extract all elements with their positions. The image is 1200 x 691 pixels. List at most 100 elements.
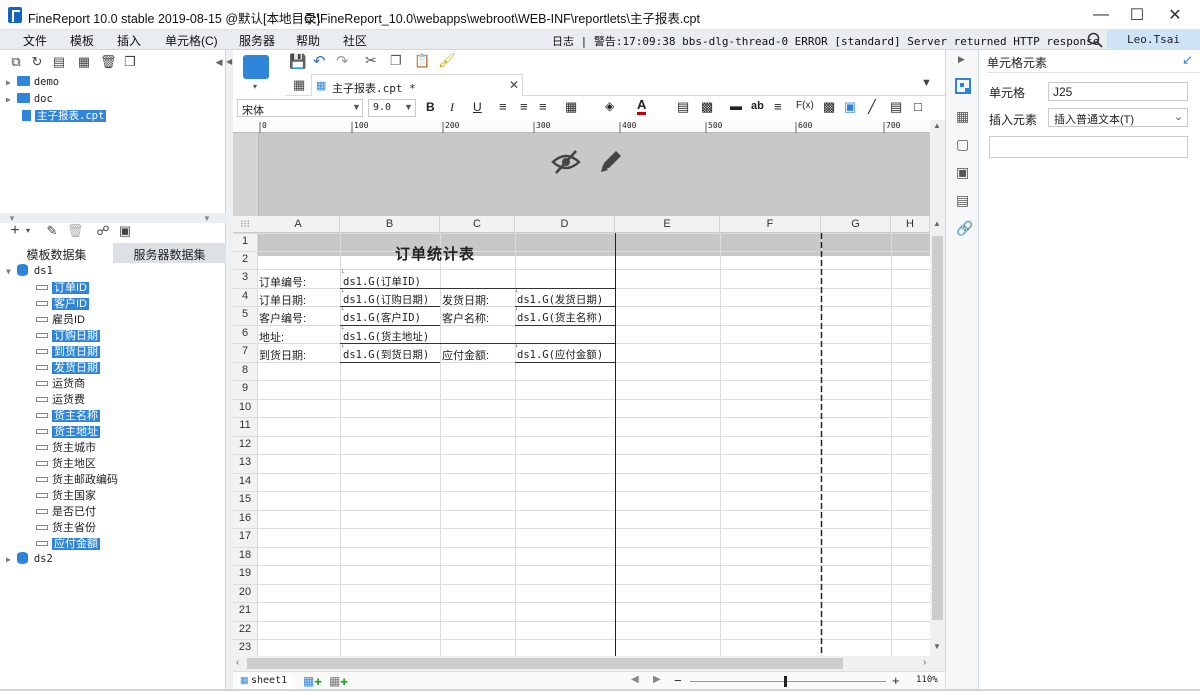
cell-d7[interactable]: ds1.G(应付金额) — [517, 347, 603, 362]
zoom-in-icon[interactable]: + — [892, 673, 900, 688]
bold-icon[interactable]: B — [426, 100, 435, 114]
paste-icon[interactable]: 📋 — [414, 53, 430, 69]
column-header[interactable]: A — [257, 216, 340, 233]
row-header[interactable]: 3 — [233, 271, 257, 287]
cell-a7[interactable]: 到货日期: — [259, 347, 306, 363]
field-item[interactable]: 运货商 — [36, 375, 85, 391]
scroll-right-icon[interactable]: ▶ — [653, 674, 661, 685]
font-color-icon[interactable]: A — [637, 98, 647, 115]
save-icon[interactable]: 💾 — [289, 53, 306, 70]
widget-icon[interactable]: ▣ — [956, 164, 969, 181]
select-all-icon[interactable]: ⁝⁝⁝ — [233, 216, 257, 233]
close-icon[interactable]: ✕ — [1152, 0, 1198, 30]
add-dataset-icon[interactable]: + — [8, 223, 22, 239]
delete-icon[interactable]: 🗑 — [100, 55, 117, 69]
field-item[interactable]: 到货日期 — [36, 343, 100, 359]
cell-d5[interactable]: ds1.G(货主名称) — [517, 310, 603, 325]
tab-close-icon[interactable]: ✕ — [509, 78, 519, 92]
row-header[interactable]: 21 — [233, 604, 257, 620]
dataset-ds2[interactable]: ▶ ds2 — [6, 552, 53, 565]
formula-icon[interactable]: F(x) — [796, 100, 814, 111]
zoom-slider[interactable] — [690, 681, 886, 682]
row-header[interactable]: 4 — [233, 290, 257, 306]
pin-icon[interactable]: ↙ — [1182, 52, 1193, 68]
format-painter-icon[interactable]: 🖌 — [438, 52, 456, 69]
field-item[interactable]: 订单ID — [36, 279, 89, 295]
expand-right-icon[interactable]: ▶ — [958, 54, 965, 65]
slash-icon[interactable]: ╱ — [868, 99, 876, 115]
user-name[interactable]: Leo.Tsai — [1107, 30, 1200, 50]
field-item[interactable]: 应付金额 — [36, 535, 100, 551]
search-icon[interactable] — [1087, 32, 1103, 48]
font-family-select[interactable]: 宋体 ▼ — [237, 99, 363, 117]
template-dropdown-icon[interactable]: ▾ — [253, 82, 257, 91]
insert-element-select[interactable]: 插入普通文本(T) ⌄ — [1048, 108, 1188, 127]
cell-a6[interactable]: 地址: — [259, 329, 284, 345]
menu-cell[interactable]: 单元格(C) — [165, 32, 218, 49]
menu-insert[interactable]: 插入 — [117, 32, 141, 49]
tab-report[interactable]: ▦ 主子报表.cpt * ✕ — [311, 74, 523, 96]
cell-d4[interactable]: ds1.G(发货日期) — [517, 292, 603, 307]
underline-icon[interactable]: U — [473, 100, 482, 114]
field-item[interactable]: 货主省份 — [36, 519, 96, 535]
vertical-scroll-thumb[interactable] — [932, 236, 943, 620]
field-item[interactable]: 订购日期 — [36, 327, 100, 343]
row-header[interactable]: 18 — [233, 549, 257, 565]
refresh-icon[interactable]: ↻ — [30, 55, 44, 69]
cell-b6[interactable]: ds1.G(货主地址) — [343, 329, 429, 344]
cell-b7[interactable]: ds1.G(到货日期) — [343, 347, 429, 362]
row-header[interactable]: 5 — [233, 308, 257, 324]
row-header[interactable]: 11 — [233, 419, 257, 435]
open-icon[interactable]: ▤ — [52, 55, 66, 69]
row-header[interactable]: 20 — [233, 586, 257, 602]
cell-b5[interactable]: ds1.G(客户ID) — [343, 310, 421, 325]
collapse-left-icon[interactable]: ◀ — [212, 55, 226, 69]
field-item[interactable]: 是否已付 — [36, 503, 96, 519]
column-header[interactable]: B — [340, 216, 440, 233]
column-header[interactable]: H — [891, 216, 930, 233]
cell-content-input[interactable] — [989, 136, 1188, 158]
row-header[interactable]: 8 — [233, 364, 257, 380]
insert-row-icon[interactable]: ▬ — [730, 99, 742, 113]
row-header[interactable]: 19 — [233, 567, 257, 583]
field-item[interactable]: 货主国家 — [36, 487, 96, 503]
italic-icon[interactable]: I — [450, 100, 454, 115]
column-header[interactable]: E — [615, 216, 720, 233]
field-item[interactable]: 货主邮政编码 — [36, 471, 118, 487]
dataset-settings-icon[interactable]: ▣ — [118, 224, 132, 238]
delete-dataset-icon[interactable]: 🗑 — [67, 224, 84, 238]
add-dropdown-icon[interactable]: ▾ — [21, 224, 35, 238]
tree-folder-demo[interactable]: ▶ demo — [6, 76, 59, 88]
menu-community[interactable]: 社区 — [343, 32, 367, 49]
scroll-left-icon[interactable]: ◀ — [631, 674, 639, 685]
cell-element-icon[interactable] — [955, 78, 971, 94]
column-header[interactable]: D — [515, 216, 615, 233]
rich-text-icon[interactable]: ≡ — [774, 99, 782, 114]
copy-cell-icon[interactable]: ❐ — [390, 53, 402, 69]
cell-a4[interactable]: 订单日期: — [259, 292, 306, 308]
hyperlink-icon[interactable]: 🔗 — [956, 220, 973, 237]
row-header[interactable]: 12 — [233, 438, 257, 454]
menu-template[interactable]: 模板 — [70, 32, 94, 49]
edit-icon[interactable]: ✎ — [45, 224, 59, 238]
align-left-icon[interactable]: ≡ — [499, 99, 507, 114]
fill-color-icon[interactable]: ◈ — [605, 99, 614, 113]
edit-header-icon[interactable] — [598, 148, 624, 174]
vertical-scrollbar[interactable]: ▲ ▼ — [930, 216, 945, 656]
more-insert-icon[interactable]: □ — [914, 99, 922, 114]
menu-file[interactable]: 文件 — [23, 32, 47, 49]
cell-a3[interactable]: 订单编号: — [259, 274, 306, 290]
template-main-icon[interactable] — [243, 55, 269, 79]
row-header[interactable]: 14 — [233, 475, 257, 491]
tree-file-selected[interactable]: 主子报表.cpt — [22, 108, 107, 123]
cell-b3[interactable]: ds1.G(订单ID) — [343, 274, 421, 289]
copy-icon[interactable]: ❐ — [123, 55, 137, 69]
dataset-ds1[interactable]: ▼ ds1 — [6, 264, 53, 277]
redo-icon[interactable]: ↷ — [336, 52, 349, 70]
sheet-tab[interactable]: ▦ sheet1 — [237, 674, 293, 690]
cell-a5[interactable]: 客户编号: — [259, 310, 306, 326]
cut-icon[interactable]: ✂ — [365, 52, 377, 69]
float-element-icon[interactable]: ▢ — [956, 136, 969, 153]
zoom-slider-handle[interactable] — [784, 676, 787, 687]
tab-server-datasets[interactable]: 服务器数据集 — [113, 243, 226, 263]
